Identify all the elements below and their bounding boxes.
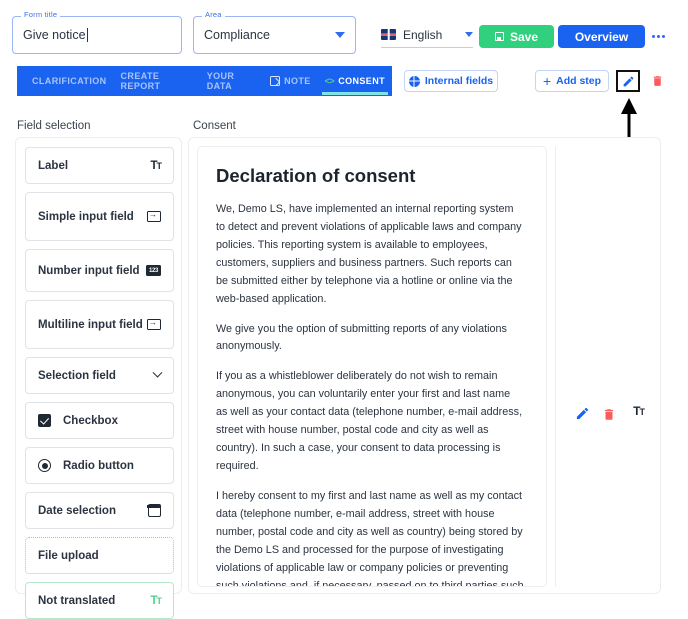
divider bbox=[555, 146, 556, 587]
form-title-label: Form title bbox=[21, 11, 61, 19]
text-cursor bbox=[86, 28, 88, 42]
consent-paragraph: We, Demo LS, have implemented an interna… bbox=[216, 203, 522, 305]
tab-label: CONSENT bbox=[338, 76, 385, 86]
edit-block-button[interactable] bbox=[575, 406, 591, 422]
internal-fields-button[interactable]: Internal fields bbox=[404, 70, 498, 92]
external-link-icon bbox=[270, 76, 281, 86]
input-field-icon bbox=[147, 317, 161, 330]
form-title-input[interactable]: Give notice bbox=[23, 28, 86, 42]
field-item-simple-input[interactable]: Simple input field bbox=[25, 192, 174, 241]
text-format-icon: TT bbox=[150, 594, 161, 607]
uk-flag-icon bbox=[381, 29, 396, 40]
trash-icon bbox=[653, 76, 661, 86]
field-item-label-text: Date selection bbox=[38, 504, 116, 517]
field-selection-panel: Label TT Simple input field Number input… bbox=[15, 137, 182, 619]
field-item-label-text: File upload bbox=[38, 549, 99, 562]
save-disk-icon bbox=[494, 32, 504, 41]
field-item-selection-field[interactable]: Selection field bbox=[25, 357, 174, 394]
pencil-icon bbox=[576, 407, 589, 420]
field-item-checkbox[interactable]: Checkbox bbox=[25, 402, 174, 439]
add-step-label: Add step bbox=[556, 75, 602, 87]
tab-label: CLARIFICATION bbox=[32, 76, 107, 86]
delete-block-button[interactable] bbox=[602, 406, 616, 423]
field-item-label-text: Label bbox=[38, 159, 69, 172]
internal-fields-label: Internal fields bbox=[424, 75, 494, 87]
field-item-label-text: Checkbox bbox=[63, 414, 118, 427]
consent-content-block[interactable]: Declaration of consent We, Demo LS, have… bbox=[197, 146, 547, 587]
form-title-field[interactable]: Form title Give notice bbox=[12, 11, 182, 54]
overview-button-label: Overview bbox=[574, 29, 629, 44]
area-select[interactable]: Area Compliance bbox=[193, 11, 356, 54]
step-tab-bar: CLARIFICATION CREATE REPORT YOUR DATA NO… bbox=[17, 66, 392, 96]
dot bbox=[656, 34, 660, 38]
top-toolbar: Form title Give notice Area Compliance E… bbox=[0, 0, 688, 62]
field-item-multiline-input[interactable]: Multiline input field bbox=[25, 300, 174, 349]
consent-paragraph: I hereby consent to my first and last na… bbox=[216, 489, 524, 587]
chevron-down-icon[interactable] bbox=[465, 32, 473, 37]
field-item-label-text: Not translated bbox=[38, 594, 116, 607]
consent-paragraph: We give you the option of submitting rep… bbox=[216, 322, 507, 353]
plus-icon: + bbox=[542, 73, 552, 89]
field-item-radio-button[interactable]: Radio button bbox=[25, 447, 174, 484]
tab-consent[interactable]: <> CONSENT bbox=[318, 66, 392, 96]
pencil-icon bbox=[623, 76, 633, 86]
tab-clarification[interactable]: CLARIFICATION bbox=[25, 66, 114, 96]
area-value: Compliance bbox=[204, 28, 271, 42]
save-button-label: Save bbox=[509, 29, 539, 44]
text-format-icon: TT bbox=[150, 159, 161, 172]
code-brackets-icon: <> bbox=[324, 76, 335, 86]
tab-note[interactable]: NOTE bbox=[263, 66, 318, 96]
field-item-label-text: Selection field bbox=[38, 369, 116, 382]
language-select[interactable]: English bbox=[381, 22, 473, 48]
tab-your-data[interactable]: YOUR DATA bbox=[200, 66, 263, 96]
chevron-down-icon[interactable] bbox=[335, 32, 345, 38]
tab-label: CREATE REPORT bbox=[120, 71, 161, 91]
field-selection-title: Field selection bbox=[17, 120, 91, 132]
consent-heading: Declaration of consent bbox=[216, 165, 416, 186]
tab-create-report[interactable]: CREATE REPORT bbox=[114, 66, 200, 96]
radio-button-icon bbox=[38, 459, 51, 472]
number-input-icon: 123 bbox=[146, 265, 161, 276]
field-item-label[interactable]: Label TT bbox=[25, 147, 174, 184]
field-item-date-selection[interactable]: Date selection bbox=[25, 492, 174, 529]
field-item-label-text: Multiline input field bbox=[38, 318, 143, 331]
checkbox-icon bbox=[38, 414, 51, 427]
save-button[interactable]: Save bbox=[479, 25, 554, 48]
text-format-icon: TT bbox=[633, 404, 645, 418]
add-step-button[interactable]: + Add step bbox=[535, 70, 609, 92]
consent-section-title: Consent bbox=[193, 120, 236, 132]
calendar-icon bbox=[147, 504, 161, 517]
field-item-label-text: Number input field bbox=[38, 264, 140, 277]
globe-icon bbox=[408, 75, 420, 87]
input-field-icon bbox=[147, 209, 161, 222]
consent-editor-panel: Declaration of consent We, Demo LS, have… bbox=[188, 137, 661, 594]
field-item-label-text: Radio button bbox=[63, 459, 134, 472]
consent-paragraph: If you as a whistleblower deliberately d… bbox=[216, 370, 523, 472]
field-item-file-upload[interactable]: File upload bbox=[25, 537, 174, 574]
area-label: Area bbox=[202, 11, 225, 19]
overview-button[interactable]: Overview bbox=[558, 25, 645, 48]
trash-icon bbox=[604, 409, 614, 420]
language-label: English bbox=[403, 27, 443, 42]
dot bbox=[661, 34, 665, 38]
delete-step-button[interactable] bbox=[650, 72, 664, 90]
field-item-not-translated[interactable]: Not translated TT bbox=[25, 582, 174, 619]
dot bbox=[651, 34, 655, 38]
field-item-number-input[interactable]: Number input field 123 bbox=[25, 249, 174, 292]
field-item-label-text: Simple input field bbox=[38, 210, 134, 223]
edit-step-button[interactable] bbox=[616, 70, 640, 92]
tab-label: YOUR DATA bbox=[206, 71, 235, 91]
more-options-button[interactable] bbox=[648, 27, 668, 45]
tab-label: NOTE bbox=[284, 76, 311, 86]
chevron-down-icon bbox=[152, 367, 163, 378]
